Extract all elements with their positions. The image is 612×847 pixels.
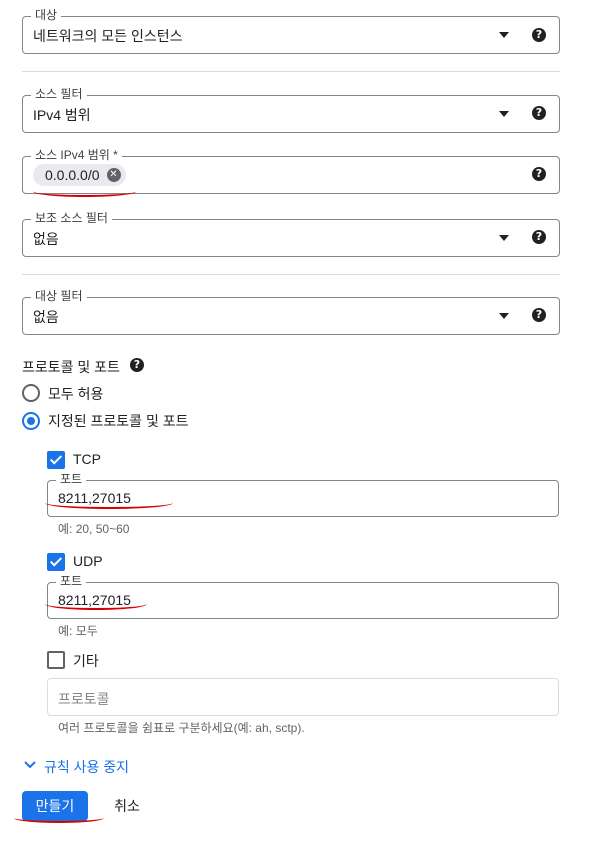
help-icon[interactable]: ? <box>532 308 546 322</box>
other-protocols-hint: 여러 프로토콜을 쉼표로 구분하세요(예: ah, sctp). <box>58 721 305 735</box>
help-icon[interactable]: ? <box>532 106 546 120</box>
tcp-label: TCP <box>73 451 101 467</box>
source-ipv4-label: 소스 IPv4 범위 * <box>31 148 122 162</box>
help-icon[interactable]: ? <box>130 358 144 372</box>
cancel-button[interactable]: 취소 <box>104 791 150 821</box>
divider <box>22 71 560 72</box>
remove-chip-icon[interactable]: ✕ <box>106 168 121 182</box>
udp-label: UDP <box>73 553 103 569</box>
target-select[interactable]: 대상 네트워크의 모든 인스턴스 ? <box>22 8 560 54</box>
allow-all-label: 모두 허용 <box>48 386 104 402</box>
secondary-source-filter-select[interactable]: 보조 소스 필터 없음 ? <box>22 211 560 257</box>
chevron-down-icon <box>24 761 36 769</box>
ip-range-chip-text: 0.0.0.0/0 <box>45 167 100 183</box>
annotation-underline <box>45 598 147 610</box>
chevron-down-icon <box>499 313 509 319</box>
udp-ports-label: 포트 <box>56 574 87 588</box>
udp-ports-hint: 예: 모두 <box>58 624 98 638</box>
help-icon[interactable]: ? <box>532 230 546 244</box>
target-value: 네트워크의 모든 인스턴스 <box>33 28 183 44</box>
specified-protocols-label: 지정된 프로토콜 및 포트 <box>48 413 189 429</box>
specified-protocols-radio[interactable] <box>22 412 40 430</box>
chevron-down-icon <box>499 32 509 38</box>
source-filter-label: 소스 필터 <box>31 87 87 101</box>
target-filter-select[interactable]: 대상 필터 없음 ? <box>22 289 560 335</box>
target-filter-label: 대상 필터 <box>31 289 87 303</box>
allow-all-radio[interactable] <box>22 384 40 402</box>
source-filter-select[interactable]: 소스 필터 IPv4 범위 ? <box>22 87 560 133</box>
disable-rule-label: 규칙 사용 중지 <box>44 759 130 775</box>
tcp-checkbox[interactable] <box>47 451 65 469</box>
chevron-down-icon <box>499 235 509 241</box>
ip-range-chip: 0.0.0.0/0 ✕ <box>33 164 126 186</box>
other-checkbox[interactable] <box>47 651 65 669</box>
other-label: 기타 <box>73 653 99 669</box>
chevron-down-icon <box>499 111 509 117</box>
other-protocols-placeholder: 프로토콜 <box>58 691 110 707</box>
tcp-ports-hint: 예: 20, 50~60 <box>58 522 130 536</box>
source-filter-value: IPv4 범위 <box>33 107 91 123</box>
protocols-heading: 프로토콜 및 포트 <box>22 359 120 375</box>
other-protocols-input[interactable]: 프로토콜 <box>47 678 559 716</box>
annotation-underline <box>14 813 104 823</box>
target-label: 대상 <box>31 8 62 22</box>
annotation-underline <box>33 186 136 197</box>
help-icon[interactable]: ? <box>532 167 546 181</box>
divider <box>22 274 560 275</box>
help-icon[interactable]: ? <box>532 28 546 42</box>
secondary-source-filter-value: 없음 <box>33 231 59 247</box>
annotation-underline <box>45 497 173 509</box>
target-filter-value: 없음 <box>33 309 59 325</box>
tcp-ports-label: 포트 <box>56 472 87 486</box>
udp-checkbox[interactable] <box>47 553 65 571</box>
secondary-source-filter-label: 보조 소스 필터 <box>31 211 112 225</box>
